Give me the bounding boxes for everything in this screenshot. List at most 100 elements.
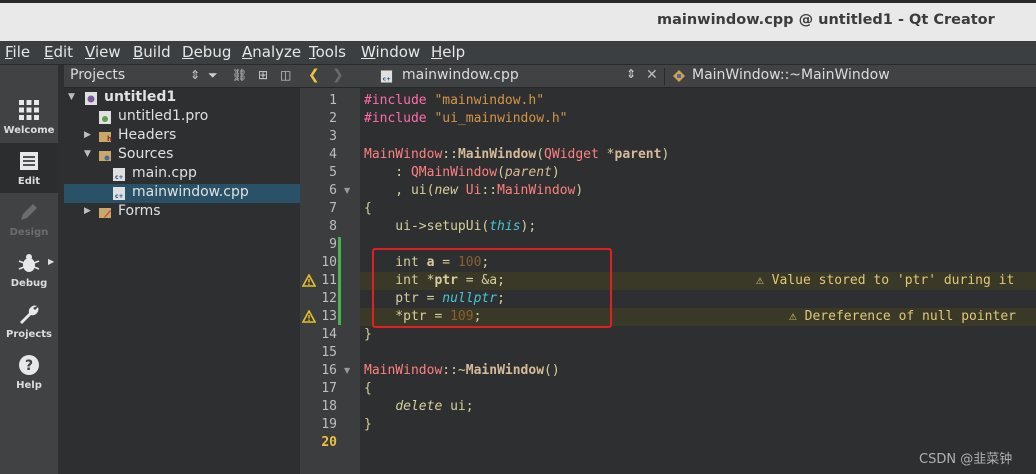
inline-warning-ptr[interactable]: ⚠ Value stored to 'ptr' during it (756, 273, 1014, 288)
tree-item-sources[interactable]: ▼ Sources (64, 146, 300, 165)
inline-warning-null-deref[interactable]: ⚠ Dereference of null pointer (789, 309, 1016, 324)
back-arrow-icon[interactable]: ❮ (308, 67, 320, 83)
line-number: 2 (329, 111, 337, 126)
code-line-4: MainWindow::MainWindow(QWidget *parent) (364, 147, 670, 162)
include-path: "mainwindow.h" (434, 93, 545, 108)
mode-edit-label: Edit (17, 176, 41, 187)
tree-item-pro-file[interactable]: untitled1.pro (64, 108, 300, 127)
fold-arrow-icon[interactable]: ▼ (344, 186, 350, 195)
mode-help-label: Help (16, 380, 42, 391)
class-symbol-icon (673, 70, 685, 82)
svg-text:c+: c+ (115, 193, 124, 200)
toolbar-divider (664, 68, 665, 85)
warning-icon[interactable] (302, 310, 316, 323)
code-line-16: MainWindow::~MainWindow() (364, 363, 560, 378)
line-number: 3 (329, 129, 337, 144)
title-bar: mainwindow.cpp @ untitled1 - Qt Creator (0, 0, 1036, 41)
svg-text:h: h (107, 135, 112, 143)
mode-debug[interactable]: ▶ Debug (0, 245, 58, 295)
tree-item-headers[interactable]: ▶ h Headers (64, 127, 300, 146)
code-line-2: #include "ui_mainwindow.h" (364, 111, 568, 126)
split-add-icon[interactable]: ⊞ (258, 68, 268, 82)
cpp-file-icon: c+ (113, 168, 125, 181)
file-dropdown-arrows-icon[interactable]: ⇕ (626, 67, 636, 81)
menu-build[interactable]: Build (133, 43, 171, 61)
code-line-5: : QMainWindow(parent) (364, 165, 560, 180)
headers-folder-icon: h (99, 132, 112, 143)
mode-design-label: Design (9, 227, 49, 238)
close-file-icon[interactable]: ✕ (646, 67, 658, 83)
tree-item-main-cpp[interactable]: c+ main.cpp (64, 165, 300, 184)
warning-icon: ⚠ (789, 309, 797, 324)
projects-pane: Projects ⇕ ⏷ ⛓ ⊞ ◫ ▼ untitled1 untitled1… (64, 65, 300, 474)
tree-item-untitled1[interactable]: ▼ untitled1 (64, 89, 300, 108)
menu-debug[interactable]: Debug (182, 43, 231, 61)
line-number: 8 (329, 219, 337, 234)
line-number: 16 (321, 363, 337, 378)
code-line-8: ui->setupUi(this); (364, 219, 537, 234)
menu-bar: File Edit View Build Debug Analyze Tools… (0, 41, 1036, 65)
menu-view[interactable]: View (85, 43, 121, 61)
debug-expand-arrow-icon[interactable]: ▶ (48, 257, 54, 266)
mode-edit[interactable]: Edit (0, 143, 58, 193)
sources-folder-icon (99, 151, 111, 161)
line-number: 7 (329, 201, 337, 216)
mode-help[interactable]: ? Help (0, 347, 58, 397)
pencil-icon (21, 204, 37, 220)
line-number: 4 (329, 147, 337, 162)
tree-item-mainwindow-cpp[interactable]: c+ mainwindow.cpp (64, 184, 300, 203)
menu-file[interactable]: File (5, 43, 30, 61)
forms-folder-icon (99, 208, 111, 218)
line-number: 5 (329, 165, 337, 180)
fold-arrow-icon[interactable]: ▼ (344, 366, 350, 375)
line-number: 12 (321, 291, 337, 306)
document-icon (20, 152, 38, 170)
line-number: 19 (321, 417, 337, 432)
current-line-number: 20 (321, 435, 337, 450)
mode-projects[interactable]: Projects (0, 296, 58, 346)
line-number: 6 (329, 183, 337, 198)
pro-file-icon (99, 111, 111, 124)
projects-title: Projects (70, 67, 126, 83)
expand-arrow-icon[interactable]: ▼ (68, 92, 75, 102)
change-marker (338, 237, 341, 325)
filter-icon[interactable]: ⏷ (208, 68, 218, 83)
svg-text:c+: c+ (383, 77, 391, 83)
mode-welcome[interactable]: Welcome (0, 92, 58, 142)
bug-icon (18, 254, 40, 272)
line-number: 1 (329, 93, 337, 108)
sort-arrows-icon[interactable]: ⇕ (190, 68, 200, 82)
symbol-selector[interactable]: MainWindow::~MainWindow (692, 67, 890, 83)
cpp-file-icon: c+ (380, 70, 393, 83)
code-line-17: { (364, 381, 372, 396)
mode-projects-label: Projects (5, 329, 52, 340)
warning-icon[interactable] (302, 274, 316, 287)
close-pane-icon[interactable]: ◫ (280, 68, 291, 82)
collapsed-arrow-icon[interactable]: ▶ (84, 206, 91, 216)
forward-arrow-icon[interactable]: ❯ (332, 67, 344, 83)
menu-help[interactable]: Help (431, 43, 465, 61)
collapsed-arrow-icon[interactable]: ▶ (84, 130, 91, 140)
menu-edit[interactable]: Edit (44, 43, 73, 61)
menu-tools[interactable]: Tools (309, 43, 346, 61)
menu-window[interactable]: Window (361, 43, 420, 61)
include-path: "ui_mainwindow.h" (434, 111, 568, 126)
tree-item-forms[interactable]: ▶ Forms (64, 203, 300, 222)
expand-arrow-icon[interactable]: ▼ (84, 149, 91, 159)
menu-analyze[interactable]: Analyze (242, 43, 301, 61)
line-number: 17 (321, 381, 337, 396)
code-line-18: delete ui; (395, 399, 474, 414)
mode-debug-label: Debug (10, 278, 48, 289)
line-number: 10 (321, 255, 337, 270)
editor-filename[interactable]: mainwindow.cpp (402, 67, 519, 83)
mode-sidebar: Welcome Edit Design ▶ Debug Projects ? H… (0, 65, 58, 474)
watermark: CSDN @韭菜钟 (919, 452, 1013, 467)
window-title: mainwindow.cpp @ untitled1 - Qt Creator (657, 12, 995, 28)
mode-design[interactable]: Design (0, 194, 58, 244)
link-icon[interactable]: ⛓ (232, 68, 247, 82)
line-number: 15 (321, 345, 337, 360)
line-number: 14 (321, 327, 337, 342)
grid-icon (19, 100, 39, 120)
wrench-icon (20, 305, 39, 324)
code-line-19: } (364, 417, 372, 432)
